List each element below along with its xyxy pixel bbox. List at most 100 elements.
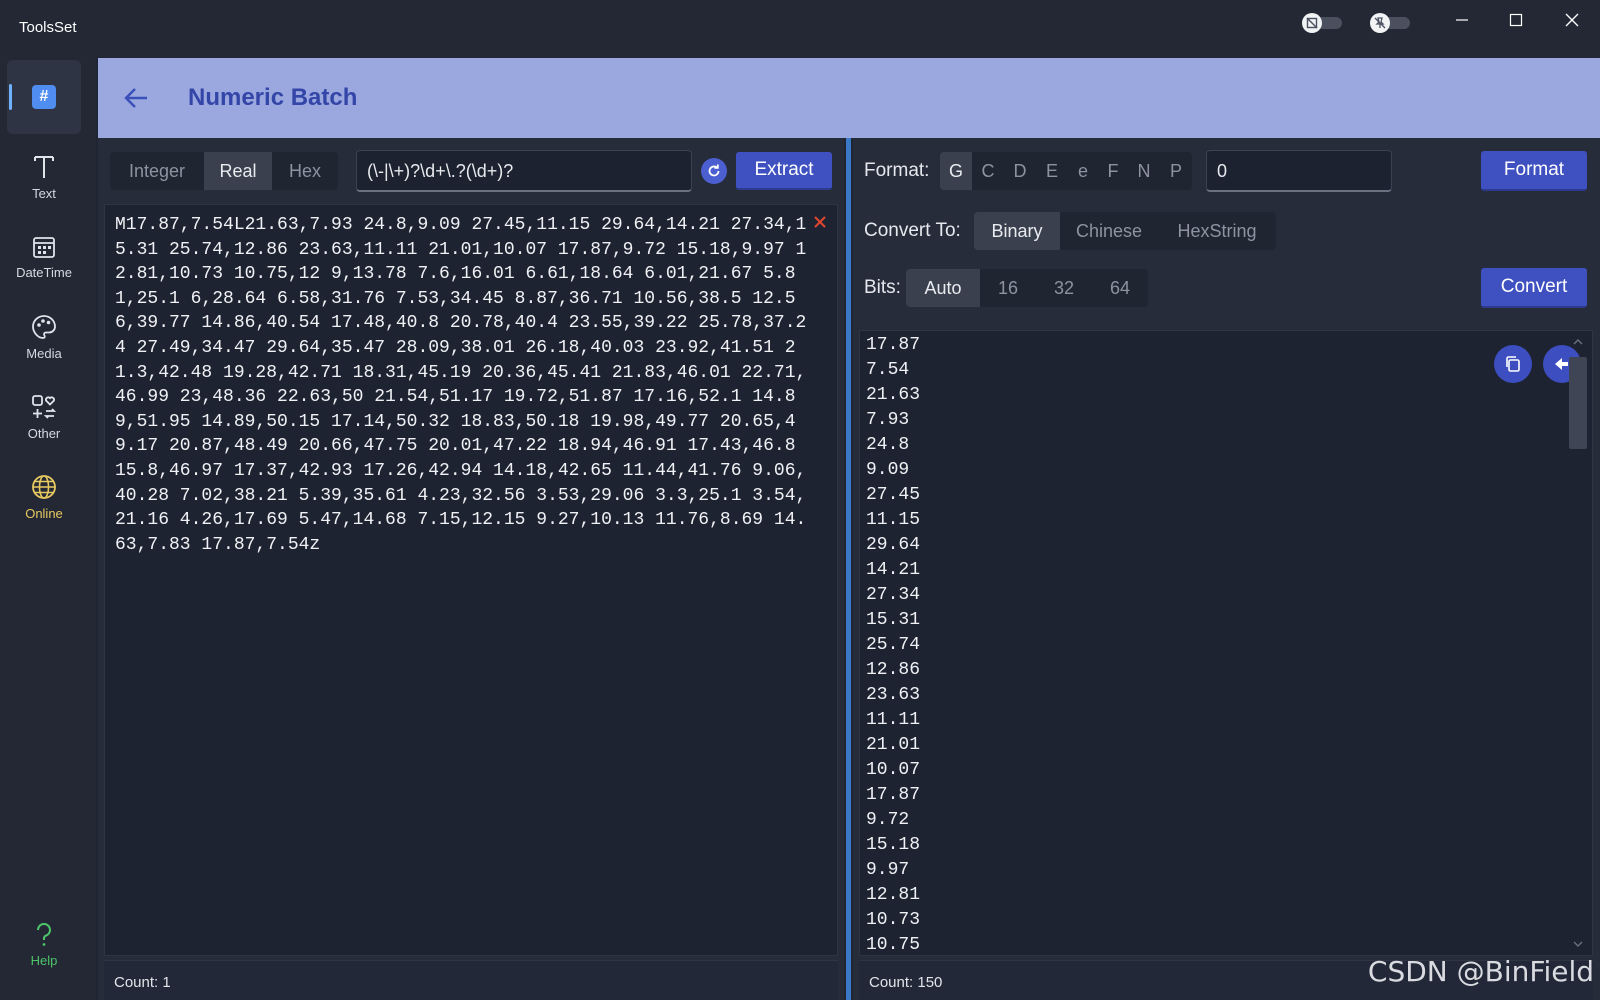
format-option-g[interactable]: G [940, 152, 972, 190]
bits-option-auto[interactable]: Auto [906, 269, 980, 307]
output-item: 9.97 [866, 860, 910, 880]
input-text[interactable]: M17.87,7.54L21.63,7.93 24.8,9.09 27.45,1… [115, 213, 815, 557]
image-toggle[interactable] [1302, 12, 1344, 33]
convert-button[interactable]: Convert [1481, 268, 1587, 308]
format-option-e[interactable]: E [1036, 152, 1068, 190]
pane-divider[interactable] [846, 138, 851, 1000]
palette-icon [32, 314, 56, 339]
convert-option-hexstring[interactable]: HexString [1158, 212, 1276, 250]
minimize-button[interactable] [1438, 0, 1486, 40]
output-item: 10.73 [866, 910, 921, 930]
text-icon [34, 155, 54, 178]
format-button[interactable]: Format [1481, 151, 1587, 191]
input-textarea[interactable]: M17.87,7.54L21.63,7.93 24.8,9.09 27.45,1… [104, 204, 838, 956]
sidebar-item-help[interactable]: Help [7, 908, 81, 982]
output-item: 7.93 [866, 410, 910, 430]
minimize-icon [1456, 19, 1468, 21]
sidebar-item-label: Help [30, 952, 58, 968]
sidebar-item-media[interactable]: Media [7, 300, 81, 374]
format-option-d[interactable]: D [1004, 152, 1036, 190]
page-header: Numeric Batch [98, 58, 1600, 138]
output-item: 14.21 [866, 560, 921, 580]
output-item: 25.74 [866, 635, 921, 655]
output-item: 11.11 [866, 710, 921, 730]
title-bar: ToolsSet [0, 0, 1600, 58]
reset-regex-button[interactable] [701, 158, 727, 184]
convert-target-selector: Binary Chinese HexString [974, 212, 1276, 250]
output-item: 29.64 [866, 535, 921, 555]
output-item: 21.01 [866, 735, 921, 755]
back-button[interactable] [122, 84, 152, 112]
mode-hex[interactable]: Hex [272, 152, 338, 190]
output-textarea[interactable]: 17.87 7.54 21.63 7.93 24.8 9.09 27.45 11.15 29.6… [859, 330, 1593, 956]
clear-icon[interactable] [813, 215, 827, 229]
sidebar-item-datetime[interactable]: DateTime [7, 220, 81, 294]
app-title: ToolsSet [19, 19, 77, 36]
pin-toggle[interactable] [1370, 12, 1412, 33]
maximize-button[interactable] [1492, 0, 1540, 40]
sidebar-item-label: Media [26, 345, 62, 361]
output-scrollbar[interactable] [1568, 335, 1588, 951]
output-item: 9.72 [866, 810, 910, 830]
sidebar-item-label: Other [27, 425, 61, 441]
calendar-icon [33, 236, 55, 258]
convert-option-binary[interactable]: Binary [974, 212, 1060, 250]
sidebar-item-label: DateTime [16, 264, 72, 280]
sidebar-item-label: Online [25, 505, 63, 521]
output-item: 21.63 [866, 385, 921, 405]
bits-selector: Auto 16 32 64 [906, 269, 1148, 307]
globe-icon [32, 474, 56, 499]
output-pane: Format: GCDEeFNP 0 Format Convert To: Bi… [853, 138, 1600, 1000]
format-option-f[interactable]: F [1098, 152, 1128, 190]
output-item: 24.8 [866, 435, 910, 455]
convert-to-label: Convert To: [864, 220, 961, 241]
output-item: 17.87 [866, 785, 921, 805]
copy-icon [1506, 356, 1520, 372]
output-list[interactable]: 17.87 7.54 21.63 7.93 24.8 9.09 27.45 11.15 29.6… [866, 333, 921, 955]
output-item: 7.54 [866, 360, 910, 380]
format-option-n[interactable]: N [1128, 152, 1160, 190]
format-option-c[interactable]: C [972, 152, 1004, 190]
sidebar-item-numeric[interactable]: # [7, 60, 81, 134]
refresh-icon [708, 164, 720, 177]
pin-off-icon [1374, 17, 1386, 29]
mode-integer[interactable]: Integer [110, 152, 204, 190]
back-arrow-icon [124, 88, 147, 108]
format-value-input[interactable]: 0 [1206, 150, 1392, 192]
bits-label: Bits: [864, 277, 901, 298]
bits-option-32[interactable]: 32 [1036, 269, 1092, 307]
scroll-thumb[interactable] [1569, 357, 1587, 449]
output-item: 10.75 [866, 935, 921, 955]
scroll-up-icon[interactable] [1568, 335, 1588, 349]
regex-input[interactable]: (\-|\+)?\d+\.?(\d+)? [356, 150, 692, 192]
output-item: 23.63 [866, 685, 921, 705]
close-button[interactable] [1548, 0, 1596, 40]
sidebar-item-text[interactable]: Text [7, 140, 81, 214]
sidebar-item-online[interactable]: Online [7, 460, 81, 534]
convert-option-chinese[interactable]: Chinese [1060, 212, 1158, 250]
number-mode-selector: Integer Real Hex [110, 152, 338, 190]
maximize-icon [1509, 13, 1523, 27]
input-count: Count: 1 [104, 960, 838, 1000]
help-icon [36, 922, 51, 946]
output-item: 11.15 [866, 510, 921, 530]
sidebar-item-label: Text [32, 185, 56, 201]
close-icon [1565, 13, 1579, 27]
output-item: 10.07 [866, 760, 921, 780]
bits-option-16[interactable]: 16 [980, 269, 1036, 307]
watermark: CSDN @BinField [1367, 955, 1594, 988]
sidebar: # Text DateTime Media Other Online Help [0, 58, 96, 1000]
output-item: 15.18 [866, 835, 921, 855]
format-option-e[interactable]: e [1068, 152, 1098, 190]
sidebar-item-other[interactable]: Other [7, 380, 81, 454]
output-item: 15.31 [866, 610, 921, 630]
output-item: 12.81 [866, 885, 921, 905]
extract-button[interactable]: Extract [736, 152, 832, 190]
bits-option-64[interactable]: 64 [1092, 269, 1148, 307]
mode-real[interactable]: Real [204, 152, 272, 190]
copy-button[interactable] [1494, 345, 1532, 383]
scroll-down-icon[interactable] [1568, 937, 1588, 951]
format-label: Format: [864, 160, 930, 181]
hash-icon: # [32, 85, 56, 109]
format-option-p[interactable]: P [1160, 152, 1192, 190]
